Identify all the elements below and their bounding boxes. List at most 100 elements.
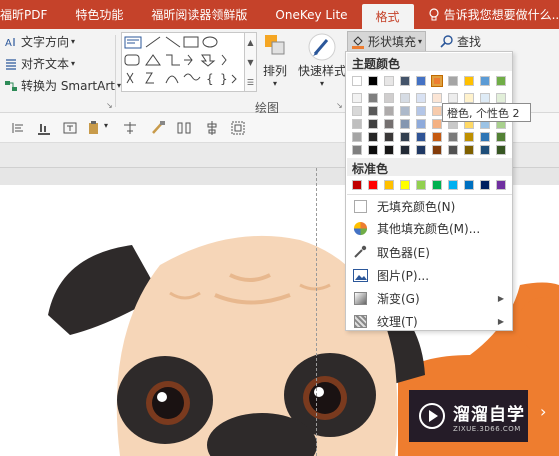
theme-shade-swatch[interactable] [480,93,490,103]
theme-shade-swatch[interactable] [416,106,426,116]
arrange-button[interactable]: 排列 ▾ [262,32,288,88]
textbox-icon[interactable] [62,120,78,136]
tab-features[interactable]: 特色功能 [61,0,137,29]
theme-color-swatch[interactable] [416,76,426,86]
theme-shade-swatch[interactable] [432,132,442,142]
theme-shade-swatch[interactable] [480,145,490,155]
menu-item-more-colors[interactable]: 其他填充颜色(M)... [347,217,512,239]
theme-shade-swatch[interactable] [384,119,394,129]
theme-color-swatch[interactable] [352,76,362,86]
theme-shade-swatch[interactable] [400,119,410,129]
theme-shade-swatch[interactable] [448,132,458,142]
theme-color-swatch[interactable] [480,76,490,86]
theme-shade-swatch[interactable] [400,93,410,103]
standard-color-swatch[interactable] [352,180,362,190]
standard-color-swatch[interactable] [400,180,410,190]
format-painter-icon[interactable] [150,120,166,136]
menu-item-texture[interactable]: 纹理(T) ▶ [347,310,512,332]
align-bottom-icon[interactable] [36,120,52,136]
theme-shade-swatch[interactable] [464,93,474,103]
theme-shade-swatch[interactable] [384,132,394,142]
chevron-down-icon[interactable]: ▼ [245,53,256,73]
align-center-icon[interactable] [204,120,220,136]
standard-color-swatch[interactable] [368,180,378,190]
theme-shade-swatch[interactable] [416,119,426,129]
theme-shade-swatch[interactable] [432,145,442,155]
theme-shade-swatch[interactable] [368,119,378,129]
theme-color-swatch[interactable] [384,76,394,86]
theme-shade-swatch[interactable] [352,106,362,116]
theme-color-swatch[interactable] [496,76,506,86]
align-left-icon[interactable] [10,120,26,136]
chevron-down-icon[interactable]: ▾ [104,121,108,130]
theme-shade-swatch[interactable] [352,145,362,155]
tab-foxit-pdf[interactable]: 福昕PDF [0,0,61,29]
chevron-up-icon[interactable]: ▲ [245,33,256,53]
chevron-right-icon[interactable]: › [540,402,546,421]
theme-shade-swatch[interactable] [368,106,378,116]
theme-shade-swatch[interactable] [400,106,410,116]
theme-shade-swatch[interactable] [448,93,458,103]
theme-shade-swatch[interactable] [368,145,378,155]
gallery-more-icon[interactable]: ☰ [245,73,256,93]
theme-shade-swatch[interactable] [496,145,506,155]
tab-foxit-reader[interactable]: 福昕阅读器领鲜版 [137,0,261,29]
align-text-button[interactable]: 对齐文本 ▾ [4,55,75,72]
theme-color-swatch[interactable] [448,76,458,86]
gallery-scrollbar[interactable]: ▲ ▼ ☰ [245,32,257,92]
theme-shade-swatch[interactable] [432,119,442,129]
theme-shade-swatch[interactable] [352,119,362,129]
menu-item-picture[interactable]: 图片(P)... [347,264,512,286]
convert-smartart-button[interactable]: 转换为 SmartArt ▾ [4,77,121,94]
shapes-gallery[interactable]: { } [121,32,245,92]
theme-shade-swatch[interactable] [416,93,426,103]
theme-shade-swatch[interactable] [432,106,442,116]
theme-shade-swatch[interactable] [416,145,426,155]
standard-color-swatch[interactable] [464,180,474,190]
menu-item-eyedropper[interactable]: 取色器(E) [347,241,512,263]
theme-shade-swatch[interactable] [432,93,442,103]
menu-item-no-fill[interactable]: 无填充颜色(N) [347,195,512,217]
theme-shade-swatch[interactable] [384,93,394,103]
tab-onekey-lite[interactable]: OneKey Lite [261,0,361,29]
theme-shade-swatch[interactable] [384,106,394,116]
theme-shade-swatch[interactable] [496,132,506,142]
standard-color-swatch[interactable] [432,180,442,190]
theme-shade-swatch[interactable] [416,132,426,142]
theme-shade-swatch[interactable] [384,145,394,155]
standard-color-swatch[interactable] [448,180,458,190]
standard-color-swatch[interactable] [480,180,490,190]
group-objects-icon[interactable] [230,120,246,136]
theme-color-swatch[interactable] [400,76,410,86]
theme-shade-swatch[interactable] [400,132,410,142]
columns-icon[interactable] [176,120,192,136]
theme-shade-swatch[interactable] [496,93,506,103]
paste-icon[interactable] [86,120,102,136]
theme-shade-swatch[interactable] [352,132,362,142]
theme-color-swatch[interactable] [431,75,443,87]
standard-color-swatch[interactable] [384,180,394,190]
search-icon [440,34,453,48]
tab-format[interactable]: 格式 [361,4,414,29]
dialog-launcher-icon[interactable]: ↘ [106,101,113,110]
find-button[interactable]: 查找 [440,33,481,50]
theme-shade-swatch[interactable] [464,145,474,155]
menu-item-gradient[interactable]: 渐变(G) ▶ [347,287,512,309]
theme-shade-swatch[interactable] [448,145,458,155]
quick-styles-button[interactable]: 快速样式 ▾ [298,32,346,88]
theme-shade-swatch[interactable] [480,132,490,142]
theme-shade-swatch[interactable] [368,132,378,142]
standard-color-swatch[interactable] [496,180,506,190]
theme-shade-swatch[interactable] [464,132,474,142]
text-direction-button[interactable]: A 文字方向 ▾ [4,33,75,50]
theme-shade-swatch[interactable] [400,145,410,155]
theme-color-swatch[interactable] [464,76,474,86]
distribute-icon[interactable] [122,120,138,136]
shape-fill-button[interactable]: 形状填充 ▾ [347,31,427,52]
standard-color-swatch[interactable] [416,180,426,190]
theme-shade-swatch[interactable] [352,93,362,103]
theme-shade-swatch[interactable] [368,93,378,103]
tell-me-box[interactable]: 告诉我您想要做什么... [414,0,559,29]
theme-color-swatch[interactable] [368,76,378,86]
dialog-launcher-icon[interactable]: ↘ [336,101,343,110]
